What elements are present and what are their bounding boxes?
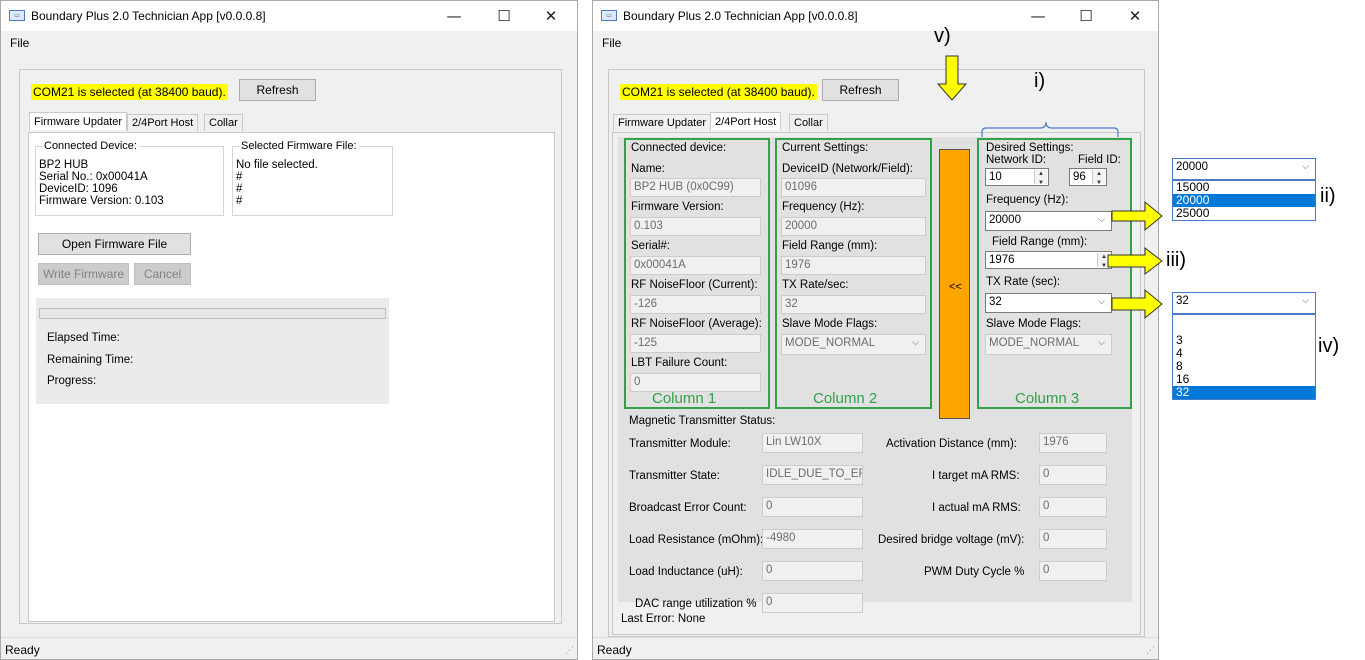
annotation-iii: iii) — [1166, 249, 1186, 271]
bracket-i — [981, 121, 1119, 137]
chevron-down-icon: ⌵ — [1302, 161, 1309, 171]
annotation-i: i) — [1034, 70, 1046, 92]
tx-dropdown-select[interactable]: 32 ⌵ — [1172, 292, 1316, 314]
freq-dropdown-select[interactable]: 20000 ⌵ — [1172, 158, 1316, 180]
list-item[interactable]: 16 — [1173, 373, 1315, 386]
tx-dropdown-list: 3 4 8 16 32 — [1172, 314, 1316, 400]
list-item[interactable]: 8 — [1173, 360, 1315, 373]
tab-port-host[interactable]: 2/4Port Host — [710, 112, 782, 130]
list-item[interactable]: 25000 — [1173, 207, 1315, 220]
chevron-down-icon: ⌵ — [1302, 295, 1309, 305]
list-item[interactable]: 32 — [1173, 386, 1315, 399]
tx-dropdown-value: 32 — [1176, 295, 1189, 307]
annotation-ii: ii) — [1320, 185, 1336, 207]
arrow-v — [936, 55, 968, 101]
tab-firmware-updater[interactable]: Firmware Updater — [29, 112, 128, 130]
arrow-ii — [1111, 200, 1163, 232]
arrow-iii — [1107, 246, 1163, 276]
arrow-iv — [1111, 288, 1163, 320]
list-item[interactable]: 4 — [1173, 347, 1315, 360]
annotation-arrows — [936, 55, 1163, 320]
list-item[interactable]: 3 — [1173, 334, 1315, 347]
annotation-v: v) — [934, 25, 951, 47]
freq-dropdown-value: 20000 — [1176, 161, 1208, 173]
freq-dropdown-list: 15000 20000 25000 — [1172, 180, 1316, 221]
annotation-iv: iv) — [1318, 335, 1340, 357]
